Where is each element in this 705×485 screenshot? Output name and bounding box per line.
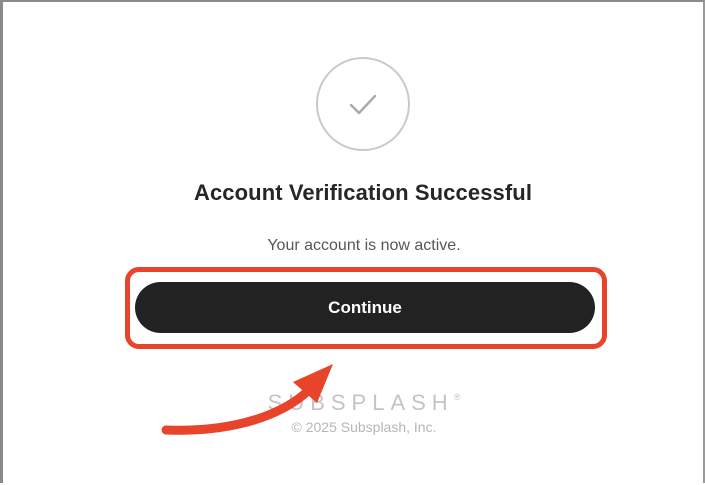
- checkmark-icon: [349, 94, 377, 115]
- page-title: Account Verification Successful: [193, 180, 533, 205]
- brand-wordmark: SUBSPLASH: [267, 390, 454, 415]
- verification-page: Account Verification Successful Your acc…: [0, 0, 705, 483]
- registered-mark: ®: [453, 392, 461, 402]
- status-message: Your account is now active.: [267, 237, 461, 254]
- check-circle-icon: [316, 57, 410, 151]
- brand-logo: SUBSPLASH®: [3, 390, 705, 416]
- continue-button[interactable]: Continue: [135, 282, 595, 333]
- copyright-text: © 2025 Subsplash, Inc.: [291, 419, 437, 435]
